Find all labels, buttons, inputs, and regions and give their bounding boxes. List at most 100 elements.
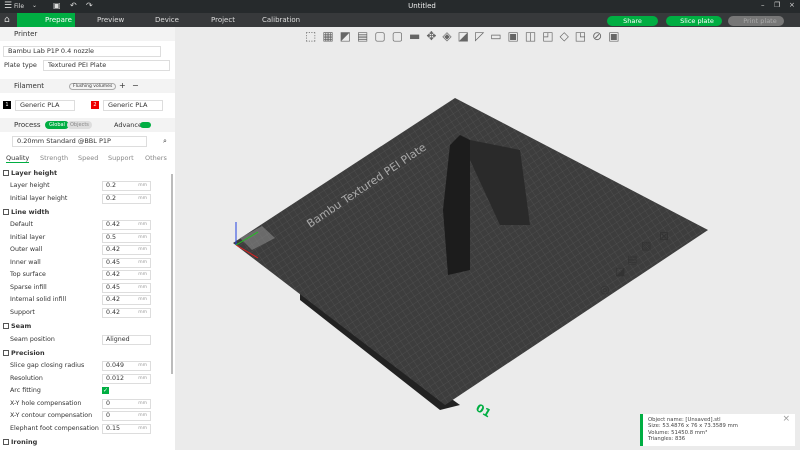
- setting-input[interactable]: 0.45 mm: [102, 257, 151, 268]
- setting-input[interactable]: 0.42 mm: [102, 220, 151, 231]
- setting-row: Sparse infill 0.45 mm: [0, 282, 170, 294]
- setting-value: 0.5: [106, 233, 117, 241]
- setting-unit: mm: [138, 297, 147, 303]
- setting-label: Arc fitting: [10, 387, 41, 395]
- tab-preview[interactable]: Preview: [97, 13, 124, 27]
- file-menu[interactable]: File: [14, 3, 24, 10]
- plate-settings-icon[interactable]: ◎: [600, 283, 610, 296]
- tab-speed[interactable]: Speed: [78, 154, 98, 162]
- setting-unit: mm: [138, 247, 147, 253]
- process-preset-select[interactable]: 0.20mm Standard @BBL P1P: [12, 136, 147, 147]
- setting-input[interactable]: 0.012 mm: [102, 373, 151, 384]
- section-icon: [3, 323, 9, 330]
- setting-value: 0.42: [106, 221, 121, 229]
- filament-1-swatch[interactable]: 1: [3, 101, 11, 109]
- setting-value: 0.45: [106, 283, 121, 291]
- setting-row: Support 0.42 mm: [0, 307, 170, 319]
- tab-calibration[interactable]: Calibration: [262, 13, 300, 27]
- setting-label: Initial layer: [10, 233, 46, 241]
- build-plate-scene[interactable]: Bambu Textured PEI Plate 01: [175, 27, 800, 450]
- plate-lock-icon[interactable]: ◪: [615, 265, 625, 278]
- setting-value: 0.42: [106, 246, 121, 254]
- global-toggle[interactable]: Global: [45, 121, 69, 129]
- search-icon[interactable]: ⌕: [163, 137, 167, 146]
- setting-value: 0: [106, 412, 111, 420]
- section-header: Seam: [0, 320, 170, 332]
- setting-value: Aligned: [106, 335, 130, 343]
- setting-input[interactable]: 0 mm: [102, 398, 151, 409]
- section-header: Precision: [0, 347, 170, 359]
- print-plate-button[interactable]: Print plate: [728, 16, 784, 26]
- setting-input[interactable]: 0.5 mm: [102, 232, 151, 243]
- setting-input[interactable]: 0.42 mm: [102, 307, 151, 318]
- section-header: Line width: [0, 206, 170, 218]
- setting-label: Sparse infill: [10, 283, 47, 291]
- plate-arrange-icon[interactable]: ▧: [641, 239, 651, 252]
- title-bar: ☰ File ⌄ ▣ ↶ ↷ Untitled – ❐ ×: [0, 0, 800, 13]
- slice-plate-button[interactable]: Slice plate: [666, 16, 722, 26]
- setting-label: Resolution: [10, 374, 43, 382]
- objects-toggle[interactable]: Objects: [67, 121, 92, 129]
- setting-unit: mm: [138, 284, 147, 290]
- setting-input[interactable]: 0.2 mm: [102, 181, 151, 192]
- setting-label: Top surface: [10, 271, 46, 279]
- setting-label: X-Y hole compensation: [10, 399, 82, 407]
- undo-icon[interactable]: ↶: [70, 1, 77, 10]
- chevron-down-icon[interactable]: ⌄: [32, 2, 37, 9]
- setting-value: 0.42: [106, 271, 121, 279]
- close-icon[interactable]: ×: [789, 1, 795, 9]
- add-filament-icon[interactable]: +: [119, 81, 126, 90]
- setting-unit: mm: [138, 375, 147, 381]
- setting-input[interactable]: 0.42 mm: [102, 245, 151, 256]
- setting-row: Default 0.42 mm: [0, 219, 170, 231]
- setting-input[interactable]: 0 mm: [102, 411, 151, 422]
- minimize-icon[interactable]: –: [761, 1, 765, 9]
- setting-input[interactable]: 0.45 mm: [102, 282, 151, 293]
- filament-2-swatch[interactable]: 2: [91, 101, 99, 109]
- tab-quality[interactable]: Quality: [6, 154, 30, 163]
- filament-1-select[interactable]: Generic PLA: [15, 100, 75, 111]
- section-header: Ironing: [0, 436, 170, 448]
- plate-type-select[interactable]: Textured PEI Plate: [43, 60, 170, 71]
- setting-row: Outer wall 0.42 mm: [0, 244, 170, 256]
- remove-filament-icon[interactable]: −: [132, 81, 139, 90]
- checkbox[interactable]: ✓: [102, 387, 109, 395]
- printer-header: Printer: [0, 27, 175, 41]
- tab-prepare[interactable]: Prepare: [17, 13, 75, 27]
- setting-row: Internal solid infill 0.42 mm: [0, 294, 170, 306]
- setting-input[interactable]: Aligned: [102, 334, 151, 345]
- section-icon: [3, 350, 9, 357]
- 3d-viewport[interactable]: ⬚▦◩▤▢▢▬✥◈◪◸▭▣◫◰◇◳⊘▣ Bambu Textured PEI P…: [175, 27, 800, 450]
- flushing-volumes-button[interactable]: Flushing volumes: [69, 83, 117, 90]
- scrollbar[interactable]: [171, 174, 173, 374]
- window-title: Untitled: [408, 2, 436, 10]
- setting-input[interactable]: 0.049 mm: [102, 361, 151, 372]
- filament-2-select[interactable]: Generic PLA: [103, 100, 163, 111]
- close-info-icon[interactable]: ×: [782, 414, 790, 424]
- restore-icon[interactable]: ❐: [774, 1, 780, 9]
- home-icon[interactable]: ⌂: [4, 13, 10, 27]
- setting-input[interactable]: 0.42 mm: [102, 295, 151, 306]
- tab-others[interactable]: Others: [145, 154, 167, 162]
- setting-input[interactable]: 0.15 mm: [102, 423, 151, 434]
- settings-list: Layer height Layer height 0.2 mm Initial lay…: [0, 166, 175, 450]
- setting-label: Inner wall: [10, 258, 41, 266]
- share-button[interactable]: Share: [607, 16, 658, 26]
- tab-project[interactable]: Project: [211, 13, 235, 27]
- advance-label: Advance: [114, 121, 142, 129]
- advance-switch[interactable]: [140, 122, 151, 128]
- setting-input[interactable]: 0.2 mm: [102, 193, 151, 204]
- printer-select[interactable]: Bambu Lab P1P 0.4 nozzle: [3, 46, 161, 57]
- object-info-panel: Object name: [Unsaved].stl Size: 53.4876…: [640, 414, 795, 446]
- save-icon[interactable]: ▣: [53, 1, 61, 10]
- menu-icon[interactable]: ☰: [4, 1, 12, 11]
- redo-icon[interactable]: ↷: [86, 1, 93, 10]
- plate-close-icon[interactable]: ⊠: [659, 229, 669, 243]
- tab-device[interactable]: Device: [155, 13, 179, 27]
- tab-strength[interactable]: Strength: [40, 154, 68, 162]
- setting-value: 0.15: [106, 424, 121, 432]
- tab-support[interactable]: Support: [108, 154, 134, 162]
- plate-orient-icon[interactable]: ▤: [627, 253, 637, 266]
- section-icon: [3, 439, 9, 446]
- setting-input[interactable]: 0.42 mm: [102, 270, 151, 281]
